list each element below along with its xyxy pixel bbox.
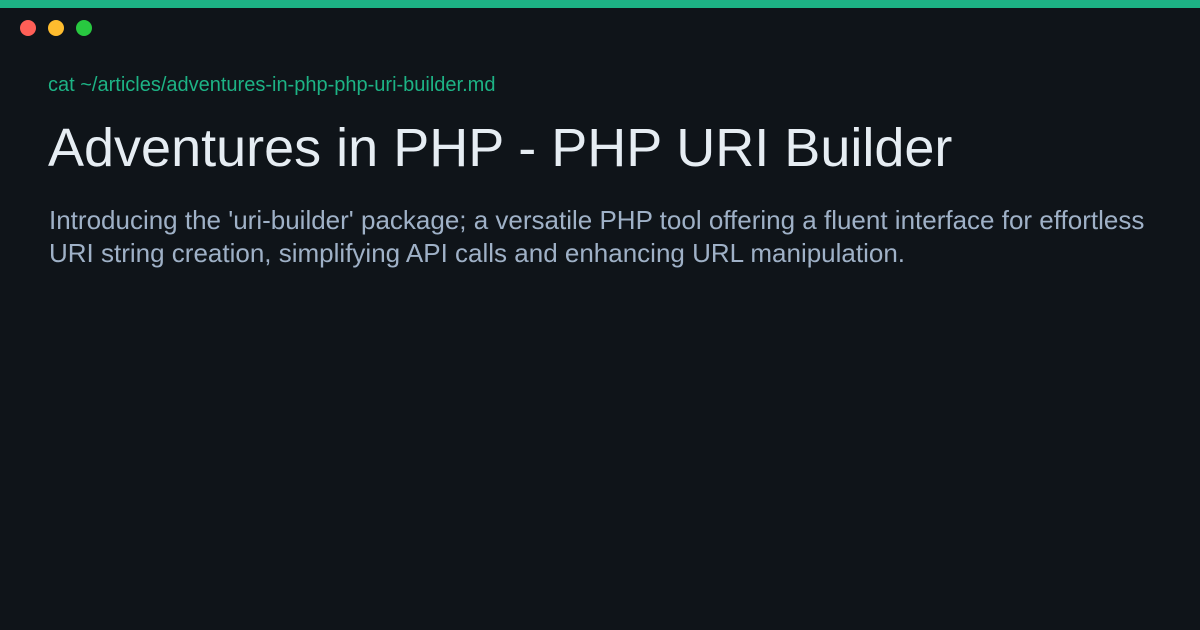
window-controls [20,20,92,36]
maximize-dot-icon [76,20,92,36]
article-title: Adventures in PHP - PHP URI Builder [48,118,953,178]
minimize-dot-icon [48,20,64,36]
article-description: Introducing the 'uri-builder' package; a… [49,205,1145,268]
close-dot-icon [20,20,36,36]
accent-bar [0,0,1200,8]
social-card: cat ~/articles/adventures-in-php-php-uri… [0,0,1200,630]
terminal-command: cat ~/articles/adventures-in-php-php-uri… [48,74,496,96]
